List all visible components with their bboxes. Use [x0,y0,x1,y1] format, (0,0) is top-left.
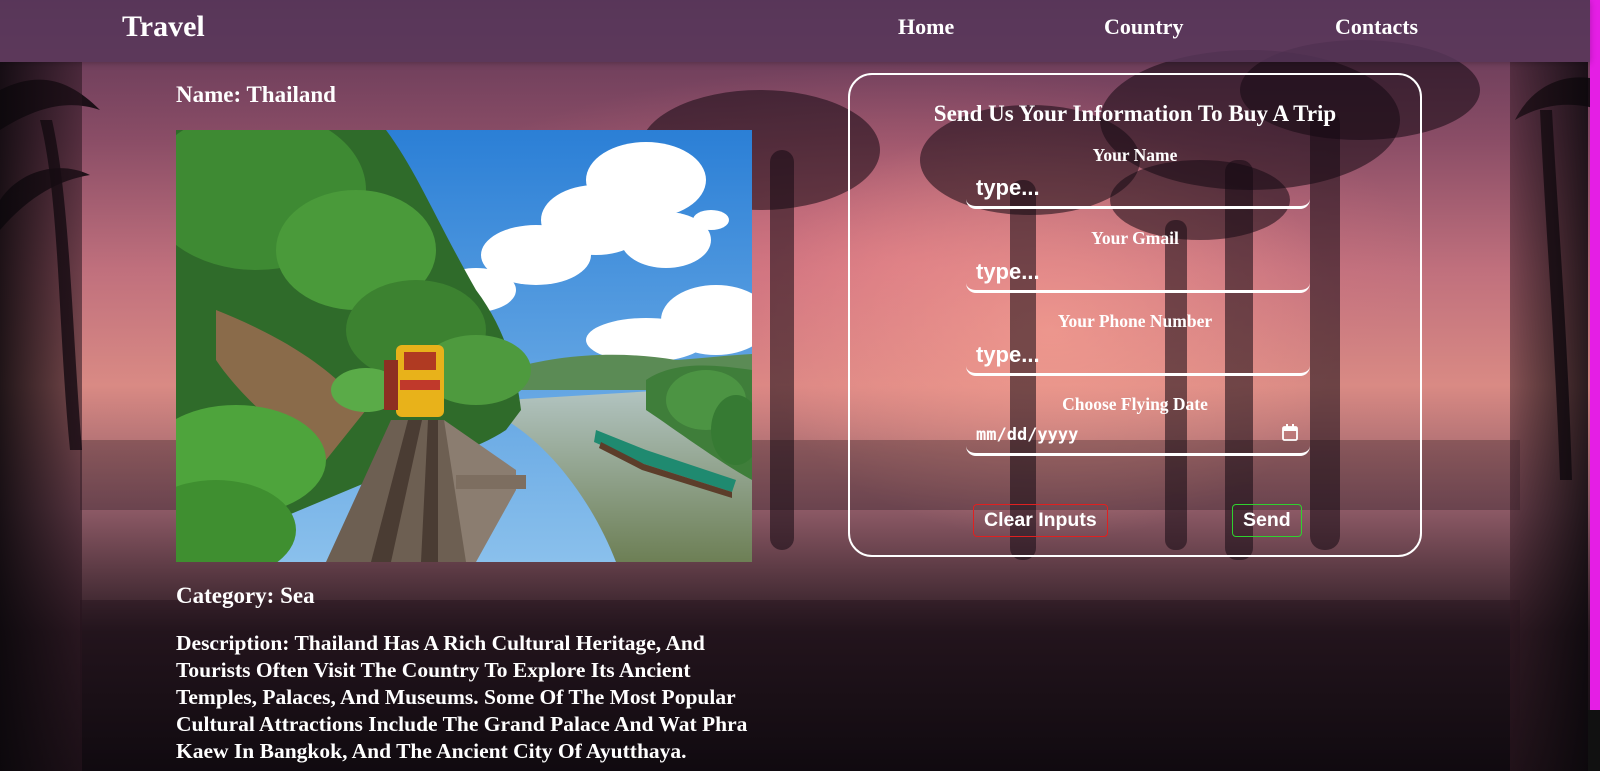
date-placeholder: mm/dd/yyyy [976,425,1079,445]
nav-country[interactable]: Country [1104,14,1183,40]
calendar-icon[interactable] [1282,424,1298,441]
country-name: Name: Thailand [176,82,336,107]
edge-gap [1588,710,1600,771]
phone-label: Your Phone Number [1057,311,1213,331]
form-title: Send Us Your Information To Buy A Trip [933,101,1337,126]
send-button[interactable]: Send [1232,504,1302,537]
nav-contacts[interactable]: Contacts [1335,14,1418,40]
flying-date-input[interactable]: mm/dd/yyyy [966,416,1310,456]
country-description: Description: Thailand Has A Rich Cultura… [176,631,748,763]
gmail-input[interactable] [966,253,1310,293]
clear-inputs-button[interactable]: Clear Inputs [973,504,1108,537]
accent-edge [1590,0,1600,710]
country-photo [176,130,752,562]
right-shadow [1510,62,1588,771]
date-label: Choose Flying Date [1062,394,1208,414]
left-shadow [0,62,82,771]
nav-home[interactable]: Home [898,14,954,40]
gmail-label: Your Gmail [1091,228,1179,248]
phone-input[interactable] [966,336,1310,376]
name-input[interactable] [966,169,1310,209]
country-category: Category: Sea [176,583,315,608]
trip-form: Send Us Your Information To Buy A Trip Y… [848,73,1422,557]
train-river-photo [176,130,752,562]
navbar: Travel Home Country Contacts [0,0,1590,62]
brand-logo[interactable]: Travel [122,10,205,44]
name-label: Your Name [1092,145,1178,165]
